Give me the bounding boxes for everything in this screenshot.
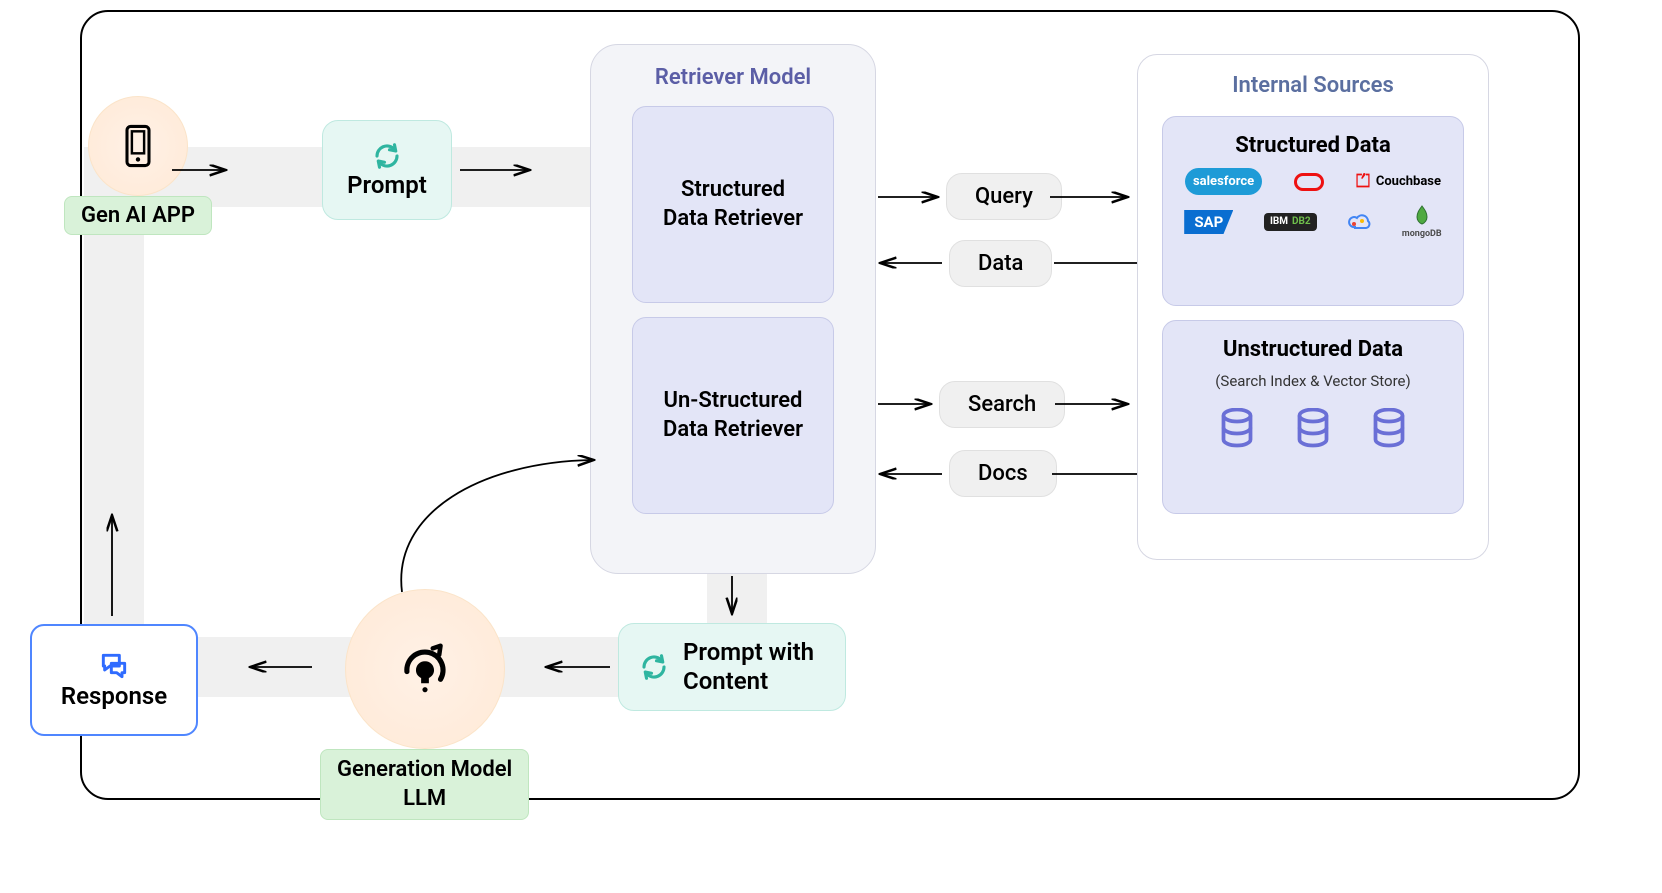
app-circle <box>88 96 188 196</box>
sap-logo: SAP <box>1184 210 1233 234</box>
mongodb-logo: mongoDB <box>1402 205 1442 239</box>
sources-container: Internal Sources Structured Data salesfo… <box>1137 54 1489 560</box>
gen-ai-app-label: Gen AI APP <box>64 196 212 235</box>
generation-model-node: Generation Model LLM <box>320 589 529 820</box>
cycle-icon <box>372 141 402 171</box>
prompt-label: Prompt <box>347 171 427 199</box>
retriever-title: Retriever Model <box>611 65 855 90</box>
data-pill: Data <box>949 240 1052 287</box>
retriever-container: Retriever Model Structured Data Retrieve… <box>590 44 876 574</box>
structured-data-title: Structured Data <box>1173 133 1453 158</box>
diagram-frame: Gen AI APP Prompt Retriever Model Struct… <box>80 10 1580 800</box>
response-box: Response <box>30 624 198 736</box>
database-icon <box>1294 408 1332 450</box>
database-icon <box>1370 408 1408 450</box>
unstructured-data-title: Unstructured Data <box>1173 337 1453 362</box>
unstructured-data-subtitle: (Search Index & Vector Store) <box>1173 372 1453 390</box>
query-pill: Query <box>946 173 1062 220</box>
prompt-content-box: Prompt with Content <box>618 623 846 711</box>
unstructured-retriever-box: Un-Structured Data Retriever <box>632 317 834 514</box>
sources-title: Internal Sources <box>1162 73 1464 98</box>
prompt-box: Prompt <box>322 120 452 220</box>
couchbase-logo: ⏍Couchbase <box>1356 171 1441 192</box>
chat-icon <box>98 650 130 682</box>
smartphone-icon <box>120 124 156 168</box>
unstructured-data-card: Unstructured Data (Search Index & Vector… <box>1162 320 1464 514</box>
prompt-content-label: Prompt with Content <box>683 638 814 696</box>
oracle-logo <box>1294 173 1324 191</box>
ibm-db2-logo: IBMDB2 <box>1264 213 1317 231</box>
database-icon <box>1218 408 1256 450</box>
generation-model-label: Generation Model LLM <box>320 749 529 820</box>
gcloud-logo <box>1347 213 1371 231</box>
cycle-icon <box>639 652 669 682</box>
docs-pill: Docs <box>949 450 1057 497</box>
gen-ai-app-node: Gen AI APP <box>64 96 212 235</box>
structured-data-card: Structured Data salesforce ⏍Couchbase SA… <box>1162 116 1464 306</box>
structured-logos-row-1: salesforce ⏍Couchbase <box>1173 168 1453 195</box>
salesforce-logo: salesforce <box>1185 168 1262 195</box>
structured-logos-row-2: SAP IBMDB2 mongoDB <box>1173 205 1453 239</box>
response-label: Response <box>61 682 167 710</box>
structured-retriever-box: Structured Data Retriever <box>632 106 834 303</box>
ai-brain-icon <box>394 638 456 700</box>
search-pill: Search <box>939 381 1065 428</box>
llm-circle <box>345 589 505 749</box>
